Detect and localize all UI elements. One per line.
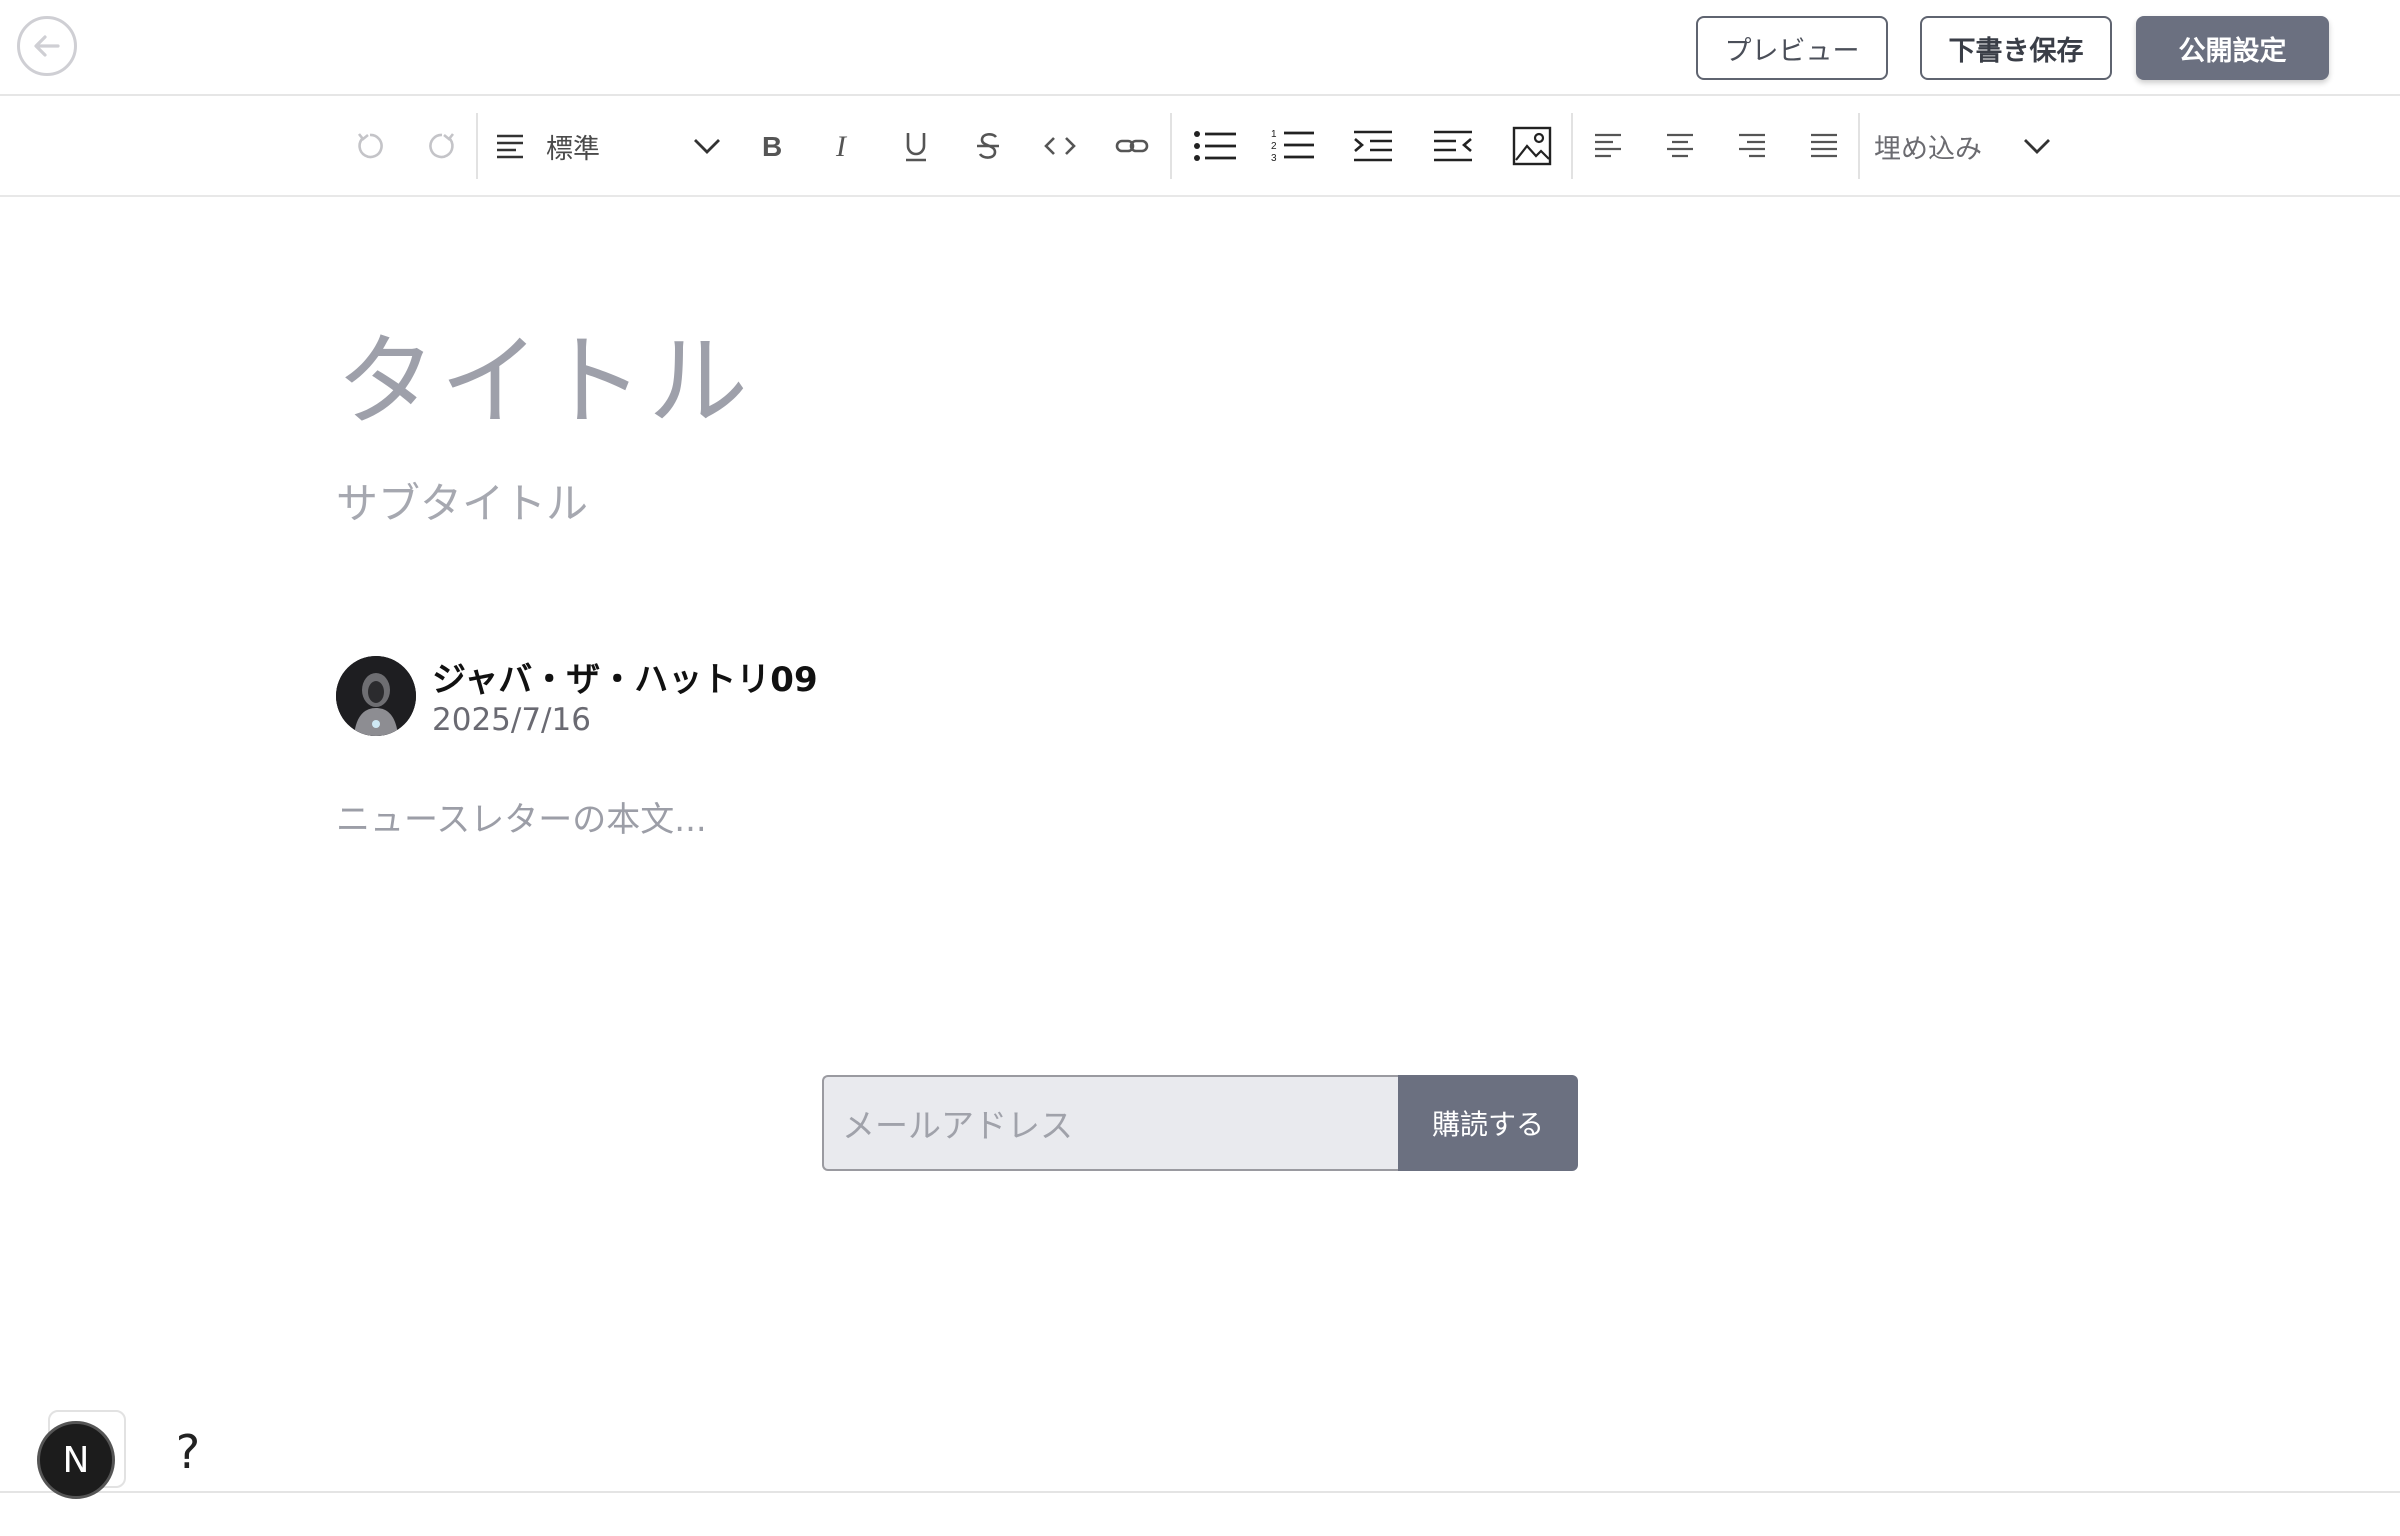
undo-button[interactable] [346, 121, 394, 171]
preview-button[interactable]: プレビュー [1696, 16, 1888, 80]
author-name: ジャバ・ザ・ハットリ09 [432, 660, 818, 700]
embed-label: 埋め込み [1874, 133, 1982, 165]
publish-settings-button[interactable]: 公開設定 [2136, 16, 2329, 80]
link-icon [1115, 139, 1149, 153]
bold-button[interactable]: B [747, 121, 795, 171]
paragraph-style-label: 標準 [546, 133, 600, 165]
bullet-list-button[interactable] [1188, 121, 1242, 171]
bold-icon: B [762, 131, 782, 162]
redo-button[interactable] [418, 121, 466, 171]
indent-button[interactable] [1346, 121, 1400, 171]
body-editor[interactable]: ニュースレターの本文... [336, 792, 707, 841]
svg-text:2: 2 [1271, 141, 1277, 152]
top-header: プレビュー 下書き保存 公開設定 [0, 0, 2400, 96]
align-right-icon [1739, 133, 1765, 158]
embed-select[interactable]: 埋め込み [1874, 119, 2054, 173]
image-icon [1512, 126, 1552, 166]
email-field[interactable]: メールアドレス [822, 1075, 1398, 1171]
strikethrough-button[interactable] [964, 121, 1012, 171]
outdent-icon [1434, 130, 1472, 162]
nextjs-badge[interactable]: N [37, 1421, 115, 1499]
bottom-divider [0, 1491, 2400, 1493]
numbered-list-icon: 123 [1271, 129, 1314, 164]
svg-text:I: I [835, 130, 848, 163]
svg-text:B: B [762, 131, 782, 162]
toolbar-separator [476, 113, 478, 179]
save-draft-button[interactable]: 下書き保存 [1920, 16, 2112, 80]
align-left-button[interactable] [1584, 121, 1632, 171]
indent-icon [1354, 130, 1392, 162]
title-input[interactable]: タイトル [336, 300, 752, 445]
outdent-button[interactable] [1426, 121, 1480, 171]
code-button[interactable] [1036, 121, 1084, 171]
align-left-icon [1595, 133, 1621, 158]
redo-icon [429, 133, 455, 159]
align-justify-button[interactable] [1800, 121, 1848, 171]
align-center-icon [1667, 133, 1693, 158]
help-button[interactable]: ? [168, 1424, 208, 1480]
toolbar-separator [1858, 113, 1860, 179]
underline-button[interactable] [892, 121, 940, 171]
paragraph-style-icon [497, 134, 523, 159]
back-button[interactable] [17, 16, 77, 76]
strikethrough-icon [977, 133, 999, 159]
undo-icon [357, 133, 383, 159]
numbered-list-button[interactable]: 123 [1266, 121, 1320, 171]
editor-toolbar: 標準 B I 123 埋め込み [0, 97, 2400, 197]
subscribe-form: メールアドレス 購読する [822, 1075, 1578, 1171]
chevron-down-icon [694, 139, 720, 154]
underline-icon [906, 133, 926, 162]
subscribe-button[interactable]: 購読する [1398, 1075, 1578, 1171]
italic-button[interactable]: I [819, 121, 867, 171]
svg-text:3: 3 [1271, 153, 1277, 164]
image-button[interactable] [1506, 121, 1558, 171]
subtitle-input[interactable]: サブタイトル [336, 470, 588, 531]
avatar [336, 656, 416, 736]
post-date: 2025/7/16 [432, 702, 591, 738]
code-icon [1044, 137, 1076, 155]
toolbar-separator [1170, 113, 1172, 179]
link-button[interactable] [1108, 121, 1156, 171]
toolbar-separator [1571, 113, 1573, 179]
svg-text:1: 1 [1271, 129, 1277, 140]
align-justify-icon [1811, 133, 1837, 158]
arrow-left-icon [34, 35, 60, 57]
paragraph-style-select[interactable]: 標準 [494, 119, 724, 173]
chevron-down-icon [2024, 139, 2050, 154]
align-right-button[interactable] [1728, 121, 1776, 171]
align-center-button[interactable] [1656, 121, 1704, 171]
italic-icon: I [835, 130, 848, 163]
bullet-list-icon [1194, 131, 1236, 161]
